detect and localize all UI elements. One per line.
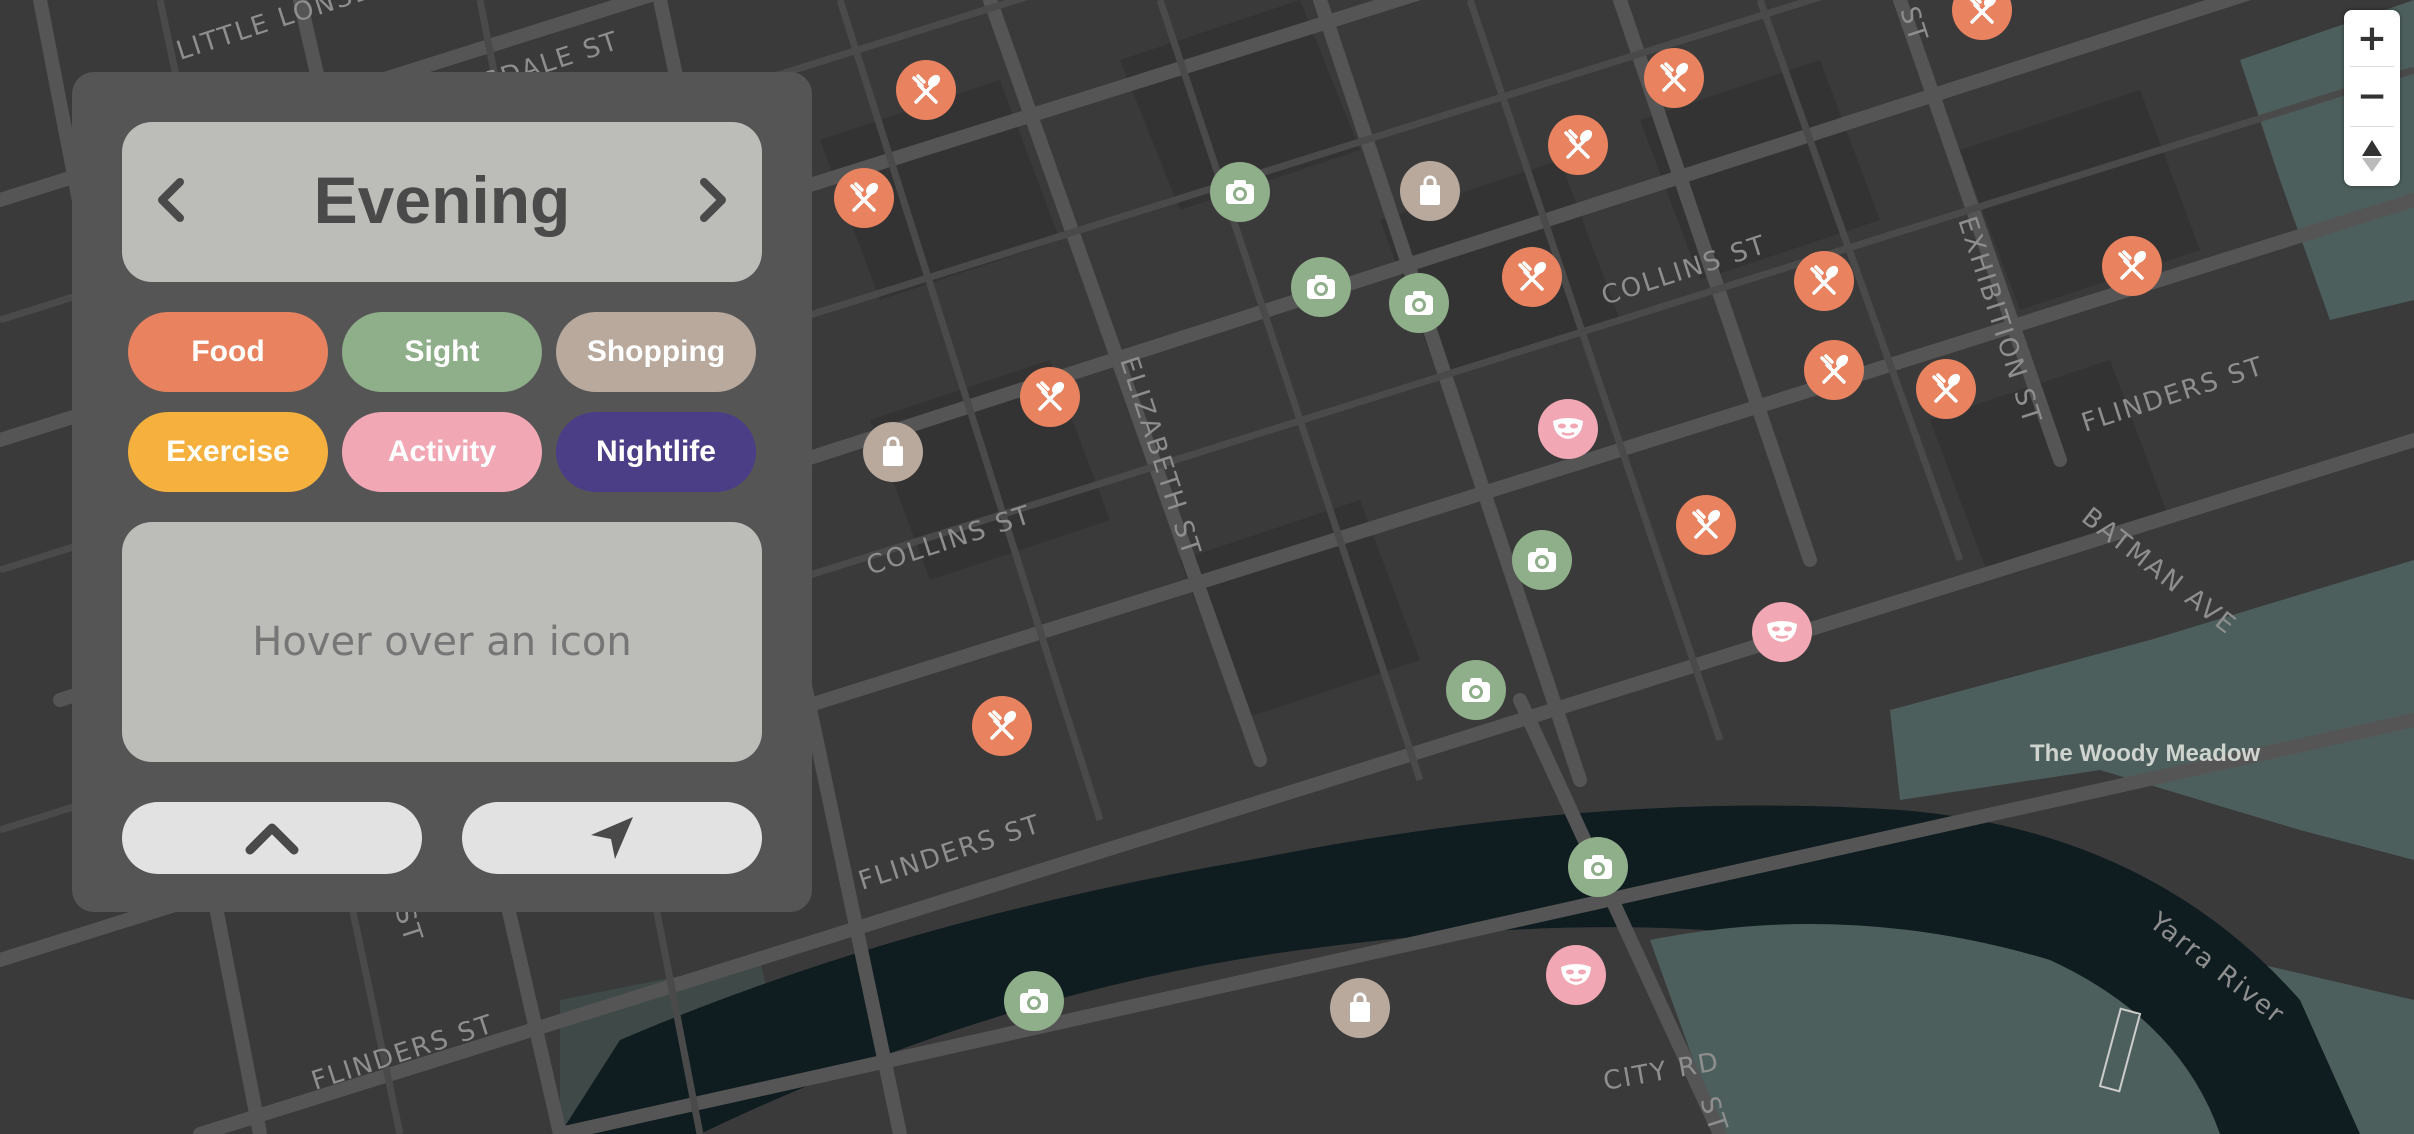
food-icon — [1660, 62, 1689, 92]
sight-filter-button[interactable]: Sight — [342, 312, 542, 392]
shopping-icon — [1420, 175, 1440, 205]
chevron-right-icon — [700, 178, 726, 222]
food-icon — [1810, 265, 1839, 295]
food-marker[interactable] — [972, 696, 1032, 756]
hover-info-text: Hover over an icon — [252, 619, 632, 665]
zoom-out-button[interactable]: − — [2344, 68, 2400, 124]
sight-icon — [1307, 275, 1335, 299]
food-icon — [1692, 509, 1721, 539]
sight-icon — [1528, 548, 1556, 572]
locate-me-button[interactable] — [462, 802, 762, 874]
sight-icon — [1226, 180, 1254, 204]
food-icon — [1036, 381, 1065, 411]
zoom-controls: + − — [2344, 10, 2400, 186]
shopping-marker[interactable] — [863, 422, 923, 482]
activity-filter-button[interactable]: Activity — [342, 412, 542, 492]
shopping-marker[interactable] — [1330, 978, 1390, 1038]
time-period-selector: Evening — [122, 122, 762, 282]
sight-marker[interactable] — [1512, 530, 1572, 590]
sight-marker[interactable] — [1446, 660, 1506, 720]
zoom-in-button[interactable]: + — [2344, 10, 2400, 66]
food-icon — [912, 74, 941, 104]
chevron-up-icon — [245, 823, 299, 855]
food-marker[interactable] — [1804, 340, 1864, 400]
sight-icon — [1462, 678, 1490, 702]
shopping-icon — [1350, 992, 1370, 1022]
food-marker[interactable] — [1644, 48, 1704, 108]
shopping-icon — [883, 436, 903, 466]
sight-icon — [1584, 855, 1612, 879]
food-icon — [1932, 373, 1961, 403]
activity-icon — [1553, 418, 1583, 439]
park-label: The Woody Meadow — [2030, 740, 2261, 767]
navigation-arrow-icon — [591, 817, 633, 859]
food-marker[interactable] — [1502, 247, 1562, 307]
plus-icon: + — [2356, 17, 2388, 59]
sight-marker[interactable] — [1568, 837, 1628, 897]
control-panel: Evening Food Sight Shopping Exercise Activit… — [72, 72, 812, 912]
food-marker[interactable] — [1916, 359, 1976, 419]
shopping-marker[interactable] — [1400, 161, 1460, 221]
sight-marker[interactable] — [1004, 971, 1064, 1031]
hover-info-box: Hover over an icon — [122, 522, 762, 762]
food-filter-button[interactable]: Food — [128, 312, 328, 392]
compass-icon — [2362, 140, 2382, 172]
activity-marker[interactable] — [1546, 945, 1606, 1005]
food-marker[interactable] — [896, 60, 956, 120]
sight-icon — [1405, 291, 1433, 315]
food-icon — [1969, 0, 1997, 24]
food-marker[interactable] — [1794, 251, 1854, 311]
exercise-filter-button[interactable]: Exercise — [128, 412, 328, 492]
period-title: Evening — [313, 163, 571, 237]
activity-icon — [1561, 964, 1591, 985]
nightlife-filter-button[interactable]: Nightlife — [556, 412, 756, 492]
food-marker[interactable] — [834, 168, 894, 228]
food-icon — [1820, 354, 1849, 384]
food-icon — [1564, 129, 1593, 159]
food-marker[interactable] — [2102, 236, 2162, 296]
shopping-filter-button[interactable]: Shopping — [556, 312, 756, 392]
sight-marker[interactable] — [1389, 273, 1449, 333]
food-icon — [1518, 261, 1547, 291]
food-icon — [2118, 250, 2147, 280]
next-period-button[interactable] — [682, 170, 742, 230]
activity-marker[interactable] — [1752, 602, 1812, 662]
reset-north-button[interactable] — [2344, 128, 2400, 184]
minus-icon: − — [2356, 75, 2388, 117]
activity-marker[interactable] — [1538, 399, 1598, 459]
sight-marker[interactable] — [1210, 162, 1270, 222]
food-icon — [850, 182, 879, 212]
food-icon — [988, 710, 1017, 740]
food-marker[interactable] — [1548, 115, 1608, 175]
sight-marker[interactable] — [1291, 257, 1351, 317]
collapse-panel-button[interactable] — [122, 802, 422, 874]
food-marker[interactable] — [1676, 495, 1736, 555]
food-marker[interactable] — [1020, 367, 1080, 427]
activity-icon — [1767, 621, 1797, 642]
sight-icon — [1020, 989, 1048, 1013]
